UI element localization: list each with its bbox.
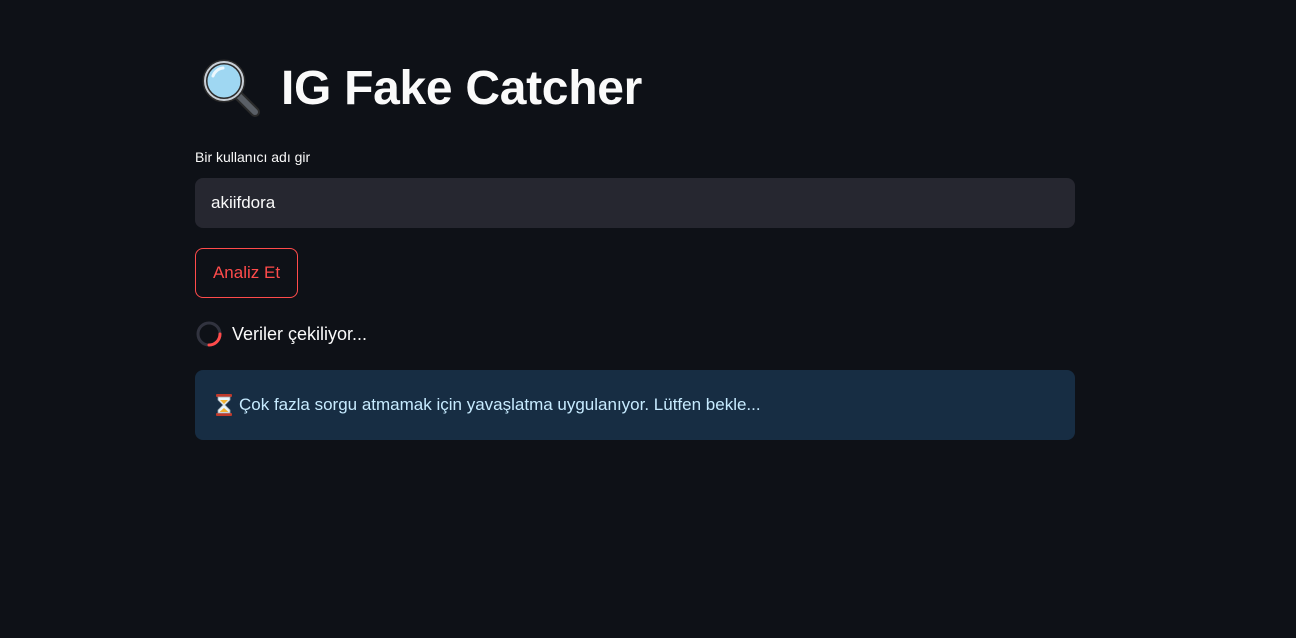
username-label: Bir kullanıcı adı gir — [195, 149, 311, 165]
info-message: Çok fazla sorgu atmamak için yavaşlatma … — [239, 395, 761, 414]
spinner-icon — [196, 321, 222, 347]
loading-text: Veriler çekiliyor... — [232, 323, 368, 344]
loading-status: Veriler çekiliyor... — [195, 320, 367, 348]
page-header: IG Fake Catcher — [199, 56, 642, 120]
page-title: IG Fake Catcher — [281, 61, 642, 115]
info-alert: Çok fazla sorgu atmamak için yavaşlatma … — [195, 370, 1075, 440]
magnifying-glass-icon — [202, 59, 260, 117]
analyze-button[interactable]: Analiz Et — [195, 248, 298, 298]
hourglass-icon — [216, 394, 232, 416]
username-input[interactable] — [211, 193, 1059, 213]
username-field[interactable] — [195, 178, 1075, 228]
